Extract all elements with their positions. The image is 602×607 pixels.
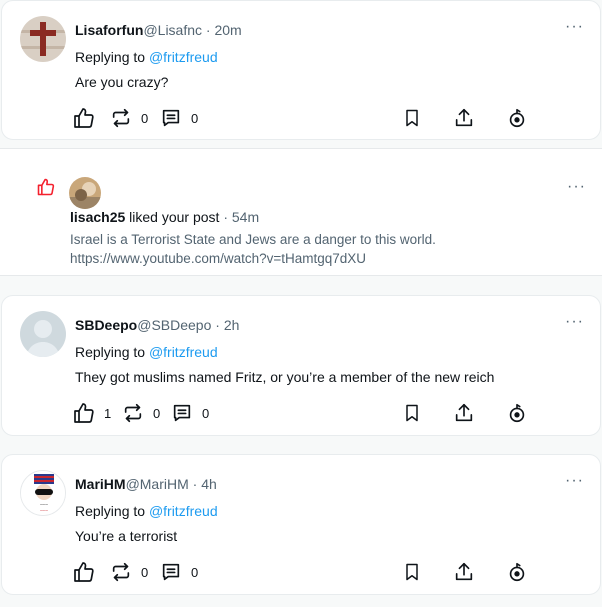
avatar[interactable]	[69, 177, 101, 209]
thumbs-up-icon	[74, 403, 94, 423]
reply-button[interactable]: 0	[171, 401, 209, 425]
repost-icon	[124, 403, 142, 423]
notification-title: lisach25 liked your post · 54m	[70, 209, 259, 225]
boost-button[interactable]	[506, 560, 528, 584]
repost-button[interactable]: 0	[122, 401, 160, 425]
bookmark-button[interactable]	[402, 106, 422, 130]
like-button[interactable]	[72, 560, 102, 584]
user-handle[interactable]: @SBDeepo	[137, 317, 211, 333]
post-card[interactable]: SBDeepo@SBDeepo · 2h ··· Replying to @fr…	[1, 295, 601, 436]
repost-count: 0	[141, 564, 149, 580]
repost-button[interactable]: 0	[110, 106, 148, 130]
repost-count: 0	[153, 405, 161, 421]
avatar[interactable]	[20, 16, 66, 62]
display-name[interactable]: MariHM	[75, 476, 126, 492]
bookmark-icon	[406, 404, 418, 422]
repost-count: 0	[141, 110, 149, 126]
rocket-icon	[509, 403, 525, 423]
more-options-icon[interactable]: ···	[565, 18, 584, 36]
rocket-icon	[509, 108, 525, 128]
display-name[interactable]: Lisaforfun	[75, 22, 143, 38]
mention-link[interactable]: @fritzfreud	[149, 503, 218, 519]
share-button[interactable]	[453, 401, 475, 425]
share-icon	[455, 562, 473, 581]
svg-text:~~~: ~~~	[40, 503, 48, 508]
share-button[interactable]	[453, 560, 475, 584]
boost-button[interactable]	[506, 106, 528, 130]
notification-action: liked your post	[125, 209, 220, 225]
mention-link[interactable]: @fritzfreud	[149, 344, 218, 360]
post-text: You’re a terrorist	[75, 528, 178, 544]
mention-link[interactable]: @fritzfreud	[149, 49, 218, 65]
reply-button[interactable]: 0	[160, 560, 198, 584]
timestamp[interactable]: · 4h	[193, 476, 217, 492]
post-header: SBDeepo@SBDeepo · 2h	[75, 317, 239, 333]
boost-button[interactable]	[506, 401, 528, 425]
comment-icon	[173, 404, 191, 422]
reply-button[interactable]: 0	[160, 106, 198, 130]
like-notification[interactable]: ··· lisach25 liked your post · 54m Israe…	[0, 148, 602, 276]
preview-link: https://www.youtube.com/watch?v=tHamtgq7…	[70, 251, 367, 266]
reply-count: 0	[202, 405, 210, 421]
user-handle[interactable]: @MariHM	[126, 476, 189, 492]
post-card[interactable]: ~~~ ~~~ MariHM@MariHM · 4h ··· Replying …	[1, 454, 601, 595]
reply-count: 0	[191, 110, 199, 126]
repost-icon	[112, 562, 130, 582]
user-handle[interactable]: @Lisafnc	[143, 22, 202, 38]
replying-label: Replying to	[75, 344, 149, 360]
like-count: 1	[104, 405, 112, 421]
share-icon	[455, 108, 473, 127]
bookmark-icon	[406, 109, 418, 127]
svg-text:~~~: ~~~	[40, 509, 48, 514]
display-name[interactable]: SBDeepo	[75, 317, 137, 333]
thumbs-up-icon	[74, 562, 94, 582]
replying-to: Replying to @fritzfreud	[75, 49, 218, 65]
action-bar: 0 0	[72, 560, 534, 584]
bookmark-icon	[406, 563, 418, 581]
avatar[interactable]	[20, 311, 66, 357]
rocket-icon	[509, 562, 525, 582]
replying-label: Replying to	[75, 49, 149, 65]
timestamp[interactable]: · 2h	[215, 317, 239, 333]
repost-button[interactable]: 0	[110, 560, 148, 584]
action-bar: 1 0 0	[72, 401, 534, 425]
post-header: Lisaforfun@Lisafnc · 20m	[75, 22, 242, 38]
reply-count: 0	[191, 564, 199, 580]
replying-label: Replying to	[75, 503, 149, 519]
bookmark-button[interactable]	[402, 401, 422, 425]
share-button[interactable]	[453, 106, 475, 130]
more-options-icon[interactable]: ···	[565, 313, 584, 331]
timestamp: · 54m	[219, 209, 260, 225]
post-card[interactable]: Lisaforfun@Lisafnc · 20m ··· Replying to…	[1, 0, 601, 140]
preview-line: Israel is a Terrorist State and Jews are…	[70, 232, 436, 247]
post-text: Are you crazy?	[75, 74, 169, 90]
like-button[interactable]: 1	[72, 401, 111, 425]
more-options-icon[interactable]: ···	[565, 472, 584, 490]
post-header: MariHM@MariHM · 4h	[75, 476, 217, 492]
avatar[interactable]: ~~~ ~~~	[20, 470, 66, 516]
thumbs-up-icon	[74, 108, 94, 128]
share-icon	[455, 403, 473, 422]
post-text: They got muslims named Fritz, or you’re …	[75, 369, 495, 385]
comment-icon	[162, 109, 180, 127]
bookmark-button[interactable]	[402, 560, 422, 584]
timestamp[interactable]: · 20m	[206, 22, 242, 38]
comment-icon	[162, 563, 180, 581]
replying-to: Replying to @fritzfreud	[75, 503, 218, 519]
like-notification-icon	[36, 177, 56, 202]
notification-user[interactable]: lisach25	[70, 209, 125, 225]
replying-to: Replying to @fritzfreud	[75, 344, 218, 360]
notification-post-preview[interactable]: Israel is a Terrorist State and Jews are…	[70, 230, 530, 268]
action-bar: 0 0	[72, 106, 534, 130]
like-button[interactable]	[72, 106, 102, 130]
repost-icon	[112, 108, 130, 128]
more-options-icon[interactable]: ···	[567, 178, 586, 196]
